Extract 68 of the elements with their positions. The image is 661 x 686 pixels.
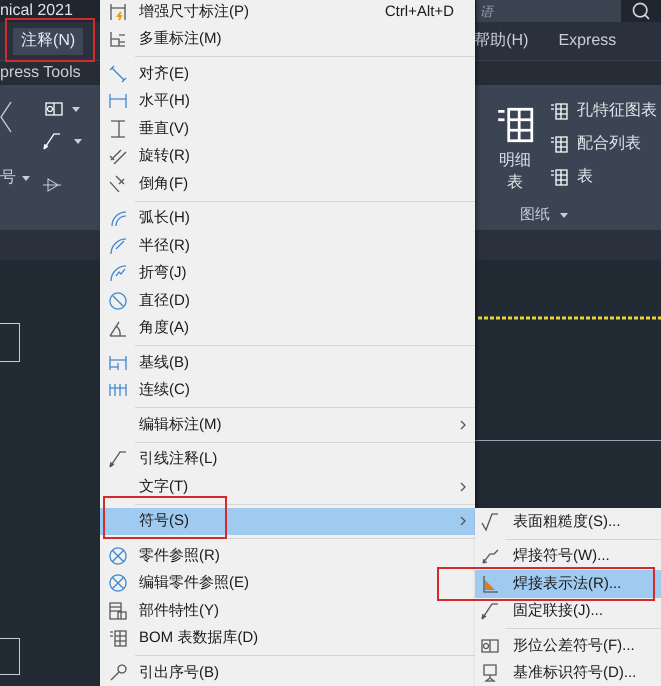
chamfer-dimension-icon [108,174,128,194]
menu-item[interactable]: 折弯(J) [100,260,475,287]
menu-item[interactable]: 符号(S) [100,508,475,535]
menu-item[interactable]: 旋转(R) [100,142,475,170]
diameter-icon [108,290,128,311]
menu-item[interactable]: 引出序号(B) [100,659,475,686]
chevron-right-icon [460,482,466,492]
enhanced-dimension-icon [108,2,128,22]
menu-item[interactable]: 零件参照(R) [100,542,475,570]
menu-bar-item[interactable]: Express [550,28,624,54]
root-check-icon [480,512,500,532]
menu-bar-item[interactable]: 注释(N) [13,28,84,54]
leader-icon [108,449,128,470]
window-title: nical 2021 [0,3,73,19]
menu-item[interactable]: BOM 表数据库(D) [100,624,475,652]
multiple-dimension-icon [108,29,128,50]
shortcut-label: Ctrl+Alt+D [384,2,455,22]
menu-item[interactable]: 形位公差符号(F)... [475,632,661,660]
menu-item[interactable]: 编辑零件参照(E) [100,570,475,597]
menu-item[interactable]: 倒角(F) [100,170,475,198]
table-icon [108,628,128,648]
menu-item[interactable]: 固定联接(J)... [475,598,661,625]
menu-item[interactable]: 基线(B) [100,349,475,376]
chevron-left-icon[interactable] [0,101,12,133]
menu-item[interactable]: 弧长(H) [100,204,475,232]
radius-icon [108,236,128,256]
caret-icon [22,176,30,180]
cross-circle-icon [108,546,128,566]
chevron-right-icon [460,420,466,430]
menu-item[interactable]: 增强尺寸标注(P) Ctrl+Alt+D [100,0,475,26]
table-icon [549,134,569,154]
menu-item[interactable]: 表面粗糙度(S)... [475,508,661,536]
ribbon-item[interactable]: 表 [549,166,657,188]
search-icon[interactable] [631,1,651,21]
menu-item[interactable]: 基准标识符号(D)... [475,660,661,686]
search-field[interactable]: 语 [476,0,621,22]
parts-list-button[interactable]: 明细表 [493,98,537,200]
cross-circle-icon [108,573,128,594]
properties-table-icon [108,600,128,621]
menu-item[interactable]: 角度(A) [100,314,475,342]
menu-item[interactable]: 编辑标注(M) [100,411,475,438]
menu-item[interactable]: 水平(H) [100,88,475,115]
table-icon [549,167,569,187]
menu-item[interactable]: 连续(C) [100,376,475,404]
menu-item[interactable]: 焊接表示法(R)... [475,570,661,598]
menu-item[interactable]: 引线注释(L) [100,446,475,473]
dropdown-label[interactable]: 号 [0,166,16,190]
caret-icon [74,138,82,144]
menu-item[interactable]: 焊接符号(W)... [475,542,661,570]
ribbon-tab[interactable]: press Tools [0,61,81,85]
menu-item[interactable]: 部件特性(Y) [100,597,475,624]
leader-icon [42,131,62,151]
table-icon [549,101,569,121]
caret-icon [72,106,80,112]
ribbon-item[interactable]: 配合列表 [549,133,657,155]
menu-item[interactable]: 对齐(E) [100,60,475,88]
drawing-rectangle [0,323,20,362]
aligned-dimension-icon [108,64,128,84]
caret-icon [560,212,568,218]
jogged-radius-icon [108,263,128,284]
ribbon-item[interactable]: 孔特征图表 [549,100,657,122]
menu-item[interactable]: 直径(D) [100,287,475,314]
drawing-rectangle [0,638,20,675]
menu-item[interactable]: 垂直(V) [100,115,475,142]
leader-icon [480,601,500,622]
panel-label[interactable]: 图纸 [520,204,550,226]
menu-item[interactable]: 文字(T) [100,473,475,500]
chevron-right-icon [460,516,466,526]
